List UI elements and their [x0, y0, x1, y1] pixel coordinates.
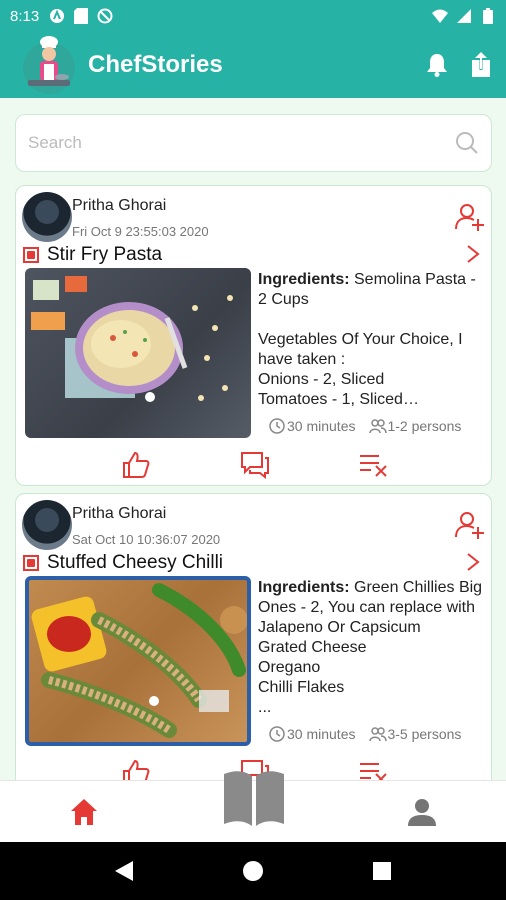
back-button[interactable]	[109, 856, 139, 886]
search-icon[interactable]	[455, 131, 479, 155]
like-button[interactable]	[121, 758, 151, 780]
ingredients-label: Ingredients:	[258, 579, 350, 596]
follow-user-button[interactable]	[455, 510, 485, 540]
wifi-icon	[432, 8, 448, 24]
follow-user-button[interactable]	[455, 202, 485, 232]
comment-button[interactable]	[240, 450, 270, 480]
recipe-image[interactable]	[25, 576, 251, 746]
non-veg-indicator-icon	[23, 247, 39, 263]
home-circle-icon	[242, 861, 263, 881]
cook-time: 30 minutes	[269, 726, 355, 742]
thumbs-up-icon	[122, 759, 149, 780]
recipe-title[interactable]: Stir Fry Pasta	[47, 244, 162, 266]
clock-icon	[269, 726, 285, 742]
author-name[interactable]: Pritha Ghorai	[72, 197, 166, 215]
cook-time: 30 minutes	[269, 418, 355, 434]
ingredients-label: Ingredients:	[258, 271, 350, 288]
remove-from-list-button[interactable]	[359, 758, 389, 780]
book-open-icon	[224, 771, 284, 826]
add-user-icon	[455, 512, 484, 539]
carousel-indicator	[145, 392, 155, 402]
ingredients-list: Semolina Pasta - 2 Cups Vegetables Of Yo…	[258, 271, 476, 408]
serves-value: 1-2 persons	[387, 418, 462, 434]
chevron-right-icon	[467, 245, 480, 263]
app-title: ChefStories	[88, 51, 223, 78]
thumbs-up-icon	[122, 451, 149, 478]
home-system-button[interactable]	[238, 856, 268, 886]
recipe-title[interactable]: Stuffed Cheesy Chilli	[47, 552, 223, 574]
status-time: 8:13	[10, 7, 40, 25]
app-notification-icon	[49, 8, 65, 24]
system-navigation	[0, 842, 506, 900]
search-input[interactable]	[28, 133, 455, 153]
search-bar	[15, 114, 492, 172]
people-icon	[369, 726, 388, 742]
cook-time-value: 30 minutes	[287, 726, 356, 742]
ingredients-text: Ingredients: Semolina Pasta - 2 Cups Veg…	[258, 270, 488, 410]
bell-icon	[427, 54, 447, 77]
people-icon	[369, 418, 388, 434]
recipe-card: Pritha Ghorai Sat Oct 10 10:36:07 2020 S…	[15, 493, 492, 780]
nav-profile[interactable]	[397, 787, 447, 837]
person-icon	[407, 798, 436, 826]
recipe-image[interactable]	[25, 268, 251, 438]
clear-list-icon	[359, 763, 387, 780]
post-datetime: Fri Oct 9 23:55:03 2020	[72, 224, 209, 239]
remove-from-list-button[interactable]	[359, 450, 389, 480]
share-button[interactable]	[468, 52, 494, 78]
back-triangle-icon	[115, 861, 134, 881]
sd-card-icon	[73, 8, 89, 24]
status-bar: 8:13	[0, 0, 506, 32]
chevron-right-icon	[467, 553, 480, 571]
carousel-indicator	[149, 696, 159, 706]
clear-list-icon	[359, 455, 387, 477]
recipe-meta: 30 minutes 1-2 persons	[269, 418, 461, 434]
ingredients-text: Ingredients: Green Chillies Big Ones - 2…	[258, 578, 488, 718]
nav-home[interactable]	[59, 787, 109, 837]
recipes-book-button[interactable]	[220, 768, 288, 828]
signal-icon	[456, 8, 472, 24]
cook-time-value: 30 minutes	[287, 418, 356, 434]
home-icon	[71, 798, 98, 825]
ingredients-list: Green Chillies Big Ones - 2, You can rep…	[258, 579, 483, 716]
clock-icon	[269, 418, 285, 434]
non-veg-indicator-icon	[23, 555, 39, 571]
share-icon	[472, 52, 490, 77]
author-name[interactable]: Pritha Ghorai	[72, 505, 166, 523]
author-avatar[interactable]	[22, 192, 72, 242]
card-actions	[16, 448, 492, 482]
battery-icon	[480, 8, 496, 24]
recipe-meta: 30 minutes 3-5 persons	[269, 726, 461, 742]
notifications-button[interactable]	[424, 52, 450, 78]
like-button[interactable]	[121, 450, 151, 480]
serves-value: 3-5 persons	[387, 726, 462, 742]
recents-square-icon	[372, 862, 391, 880]
chef-logo-icon	[18, 34, 80, 96]
recipe-feed: Pritha Ghorai Fri Oct 9 23:55:03 2020 St…	[15, 185, 492, 780]
recents-button[interactable]	[367, 856, 397, 886]
open-recipe-button[interactable]	[465, 244, 481, 264]
serves: 1-2 persons	[369, 418, 461, 434]
recipe-card: Pritha Ghorai Fri Oct 9 23:55:03 2020 St…	[15, 185, 492, 486]
do-not-disturb-icon	[97, 8, 113, 24]
app-bar: ChefStories	[0, 32, 506, 98]
serves: 3-5 persons	[369, 726, 461, 742]
comments-icon	[240, 452, 269, 479]
open-recipe-button[interactable]	[465, 552, 481, 572]
add-user-icon	[455, 204, 484, 231]
post-datetime: Sat Oct 10 10:36:07 2020	[72, 532, 221, 547]
author-avatar[interactable]	[22, 500, 72, 550]
